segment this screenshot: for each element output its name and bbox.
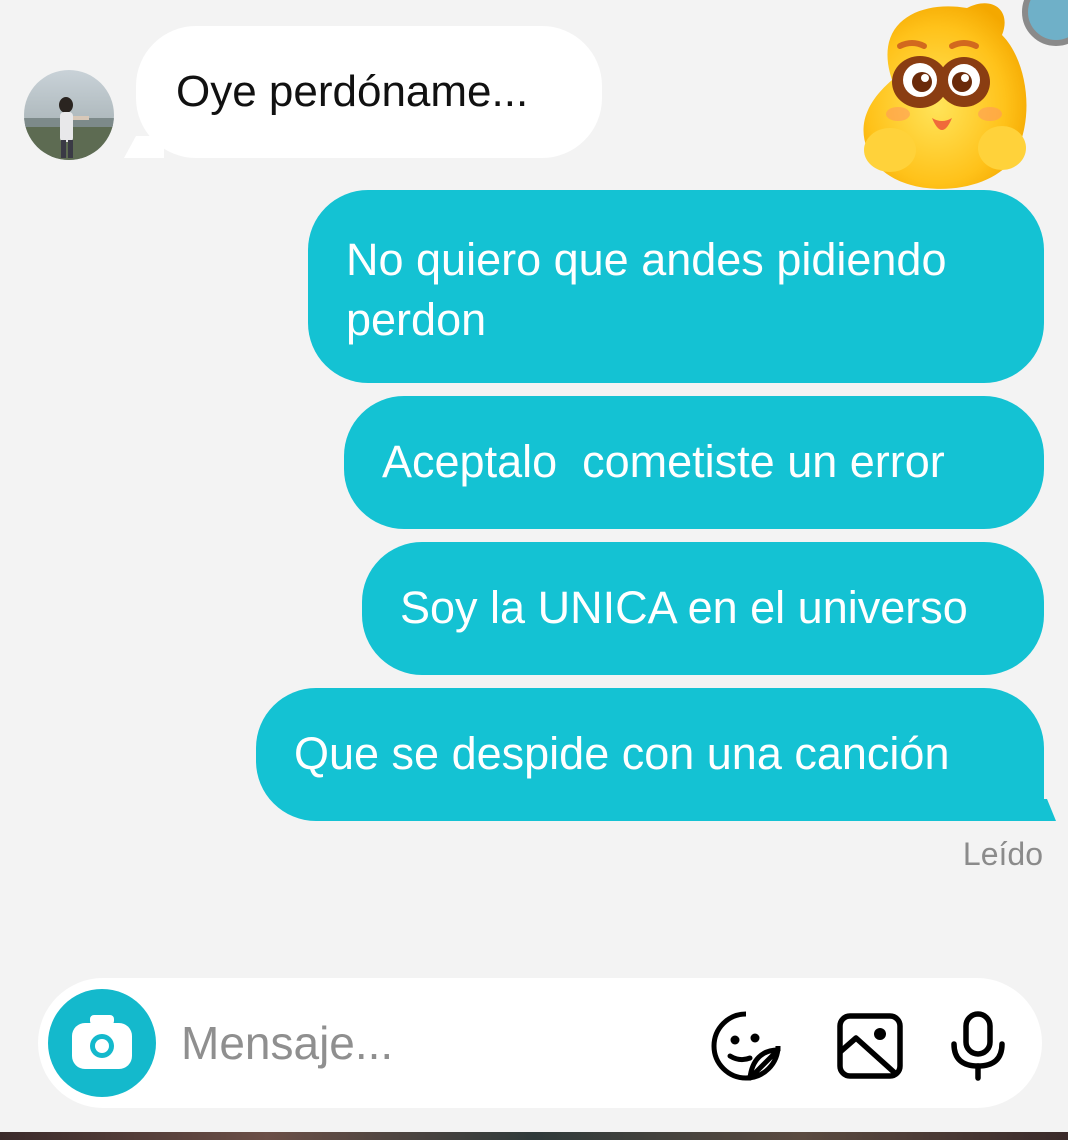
outgoing-message-text: Soy la UNICA en el universo xyxy=(400,582,968,633)
sender-avatar[interactable] xyxy=(24,70,114,160)
gallery-icon xyxy=(837,1013,903,1079)
emoji-sticker[interactable] xyxy=(852,0,1032,200)
outgoing-message-text: No quiero que andes pidiendo perdon xyxy=(346,234,947,345)
incoming-message-text: Oye perdóname... xyxy=(176,67,529,116)
outgoing-message-text: Que se despide con una canción xyxy=(294,728,950,779)
message-input[interactable]: Mensaje... xyxy=(181,1016,393,1070)
bottom-edge xyxy=(0,1132,1068,1140)
camera-button[interactable] xyxy=(48,989,156,1097)
read-receipt: Leído xyxy=(962,836,1043,872)
microphone-icon xyxy=(951,1011,1005,1081)
outgoing-message-text: Aceptalo cometiste un error xyxy=(382,436,945,487)
gallery-button[interactable] xyxy=(834,1010,906,1082)
outgoing-message[interactable]: No quiero que andes pidiendo perdon xyxy=(308,190,1044,383)
outgoing-message[interactable]: Aceptalo cometiste un error xyxy=(344,396,1044,529)
incoming-message[interactable]: Oye perdóname... xyxy=(136,26,602,158)
sticker-icon xyxy=(711,1011,781,1081)
message-composer: Mensaje... xyxy=(38,978,1042,1108)
voice-button[interactable] xyxy=(942,1010,1014,1082)
camera-icon xyxy=(72,1015,132,1069)
outgoing-message[interactable]: Que se despide con una canción xyxy=(256,688,1044,821)
outgoing-message[interactable]: Soy la UNICA en el universo xyxy=(362,542,1044,675)
sticker-button[interactable] xyxy=(710,1010,782,1082)
